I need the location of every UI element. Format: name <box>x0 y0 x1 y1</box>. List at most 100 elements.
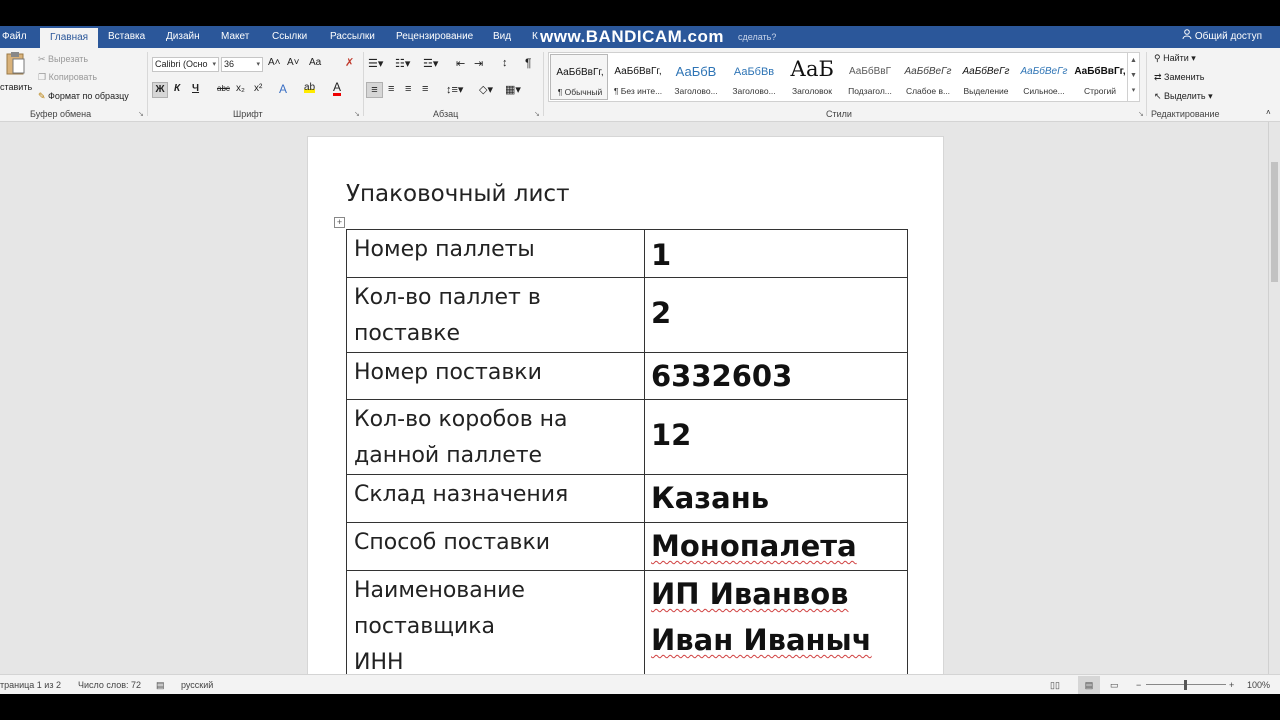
superscript-button[interactable]: x² <box>254 83 262 94</box>
shrink-font-button[interactable]: A˅ <box>287 57 300 68</box>
cell-value[interactable]: 6332603 <box>644 352 908 400</box>
italic-button[interactable]: К <box>174 83 180 94</box>
gallery-scroll[interactable]: ▲ ▼ ▾ <box>1127 53 1139 101</box>
page-count[interactable]: траница 1 из 2 <box>0 675 61 695</box>
tab-file[interactable]: Файл <box>2 26 27 48</box>
bold-button[interactable]: Ж <box>152 82 168 98</box>
zoom-level[interactable]: 100% <box>1247 675 1270 695</box>
align-right-icon[interactable]: ≡ <box>405 83 411 95</box>
increase-indent-icon[interactable]: ⇥ <box>474 57 483 70</box>
borders-icon[interactable]: ▦▾ <box>505 83 521 96</box>
style-subtle-emphasis[interactable]: АаБбВеГг Слабое в... <box>899 54 957 100</box>
vertical-scrollbar[interactable] <box>1268 122 1280 674</box>
chevron-up-icon[interactable]: ▲ <box>1128 53 1139 68</box>
subscript-button[interactable]: x₂ <box>236 83 245 94</box>
cell-value[interactable]: 12 <box>644 399 908 475</box>
cell-label[interactable]: Склад назначения <box>346 474 645 523</box>
cell-label[interactable]: Наименование поставщика ИНН <box>346 570 645 674</box>
tab-insert[interactable]: Вставка <box>108 26 145 48</box>
highlight-button[interactable]: ab <box>304 82 316 93</box>
cell-value[interactable]: 1 <box>644 229 908 278</box>
tab-partial[interactable]: К <box>532 26 538 48</box>
zoom-in-icon[interactable]: + <box>1229 675 1234 695</box>
styles-launcher-icon[interactable]: ↘ <box>1138 110 1144 118</box>
style-title[interactable]: АаБ Заголовок <box>783 54 841 100</box>
zoom-slider-thumb[interactable] <box>1184 680 1187 690</box>
tab-references[interactable]: Ссылки <box>272 26 307 48</box>
cell-value[interactable]: 2 <box>644 277 908 353</box>
copy-button[interactable]: ❐ Копировать <box>38 72 97 83</box>
table-row: Номер паллеты 1 <box>346 229 908 278</box>
style-emphasis[interactable]: АаБбВеГг Выделение <box>957 54 1015 100</box>
tab-review[interactable]: Рецензирование <box>396 26 473 48</box>
text-effects-button[interactable]: A <box>279 82 287 96</box>
select-button[interactable]: ↖ Выделить ▾ <box>1154 91 1213 102</box>
format-painter-button[interactable]: ✎ Формат по образцу <box>38 91 129 102</box>
numbering-icon[interactable]: ☷▾ <box>395 57 410 70</box>
grow-font-button[interactable]: A˄ <box>268 57 281 68</box>
shading-icon[interactable]: ◇▾ <box>479 83 493 96</box>
font-color-button[interactable]: A <box>333 81 342 96</box>
tab-layout[interactable]: Макет <box>221 26 249 48</box>
styles-gallery[interactable]: АаБбВвГг, ¶ Обычный АаБбВвГг, ¶ Без инте… <box>548 52 1140 102</box>
style-heading-1[interactable]: АаБбВ Заголово... <box>667 54 725 100</box>
style-heading-2[interactable]: АаБбВв Заголово... <box>725 54 783 100</box>
style-no-spacing[interactable]: АаБбВвГг, ¶ Без инте... <box>609 54 667 100</box>
table-move-handle-icon[interactable]: + <box>334 217 345 228</box>
word-count[interactable]: Число слов: 72 <box>78 675 141 695</box>
tell-me-box[interactable]: сделать? <box>738 26 776 48</box>
decrease-indent-icon[interactable]: ⇤ <box>456 57 465 70</box>
font-name-select[interactable]: Calibri (Осно ▾ <box>152 57 219 72</box>
proofing-icon[interactable]: ▤ <box>156 675 165 695</box>
style-subtitle[interactable]: АаБбВвГ Подзагол... <box>841 54 899 100</box>
cell-label[interactable]: Номер паллеты <box>346 229 645 278</box>
cell-value[interactable]: Монопалета <box>644 522 908 571</box>
justify-icon[interactable]: ≡ <box>422 83 428 95</box>
clipboard-icon <box>6 52 25 75</box>
paragraph-launcher-icon[interactable]: ↘ <box>534 110 540 118</box>
multilevel-list-icon[interactable]: ☲▾ <box>423 57 438 70</box>
document-page[interactable]: Упаковочный лист + Номер паллеты 1 Кол-в… <box>307 136 944 674</box>
style-intense-emphasis[interactable]: АаБбВеГг Сильное... <box>1015 54 1073 100</box>
cell-label[interactable]: Кол-во коробов на данной паллете <box>346 399 645 475</box>
web-layout-icon[interactable]: ▭ <box>1110 675 1119 695</box>
align-left-icon[interactable]: ≡ <box>366 82 383 98</box>
clipboard-launcher-icon[interactable]: ↘ <box>138 110 144 118</box>
line-spacing-icon[interactable]: ↕≡▾ <box>446 83 463 96</box>
pilcrow-button[interactable]: ¶ <box>525 56 531 70</box>
cell-value[interactable]: ИП Иванвов Иван Иваныч 4300622156 <box>644 570 908 674</box>
tab-home[interactable]: Главная <box>40 28 99 48</box>
tab-view[interactable]: Вид <box>493 26 511 48</box>
collapse-ribbon-icon[interactable]: ˄ <box>1266 108 1271 117</box>
cell-label[interactable]: Номер поставки <box>346 352 645 400</box>
brush-icon: ✎ <box>38 91 49 101</box>
read-mode-icon[interactable]: ▯▯ <box>1050 675 1060 695</box>
more-styles-icon[interactable]: ▾ <box>1128 83 1139 98</box>
change-case-button[interactable]: Aa <box>309 57 321 68</box>
cut-button[interactable]: ✂ Вырезать <box>38 54 88 65</box>
style-strong[interactable]: АаБбВвГг, Строгий <box>1071 54 1129 100</box>
font-launcher-icon[interactable]: ↘ <box>354 110 360 118</box>
chevron-down-icon[interactable]: ▼ <box>1128 68 1139 83</box>
share-button[interactable]: Общий доступ <box>1181 26 1262 48</box>
cell-value[interactable]: Казань <box>644 474 908 523</box>
zoom-out-icon[interactable]: − <box>1136 675 1141 695</box>
scroll-thumb[interactable] <box>1271 162 1278 282</box>
find-button[interactable]: ⚲ Найти ▾ <box>1154 53 1196 64</box>
language[interactable]: русский <box>181 675 213 695</box>
replace-button[interactable]: ⇄ Заменить <box>1154 72 1205 83</box>
underline-button[interactable]: Ч <box>192 83 199 94</box>
align-center-icon[interactable]: ≡ <box>388 83 394 95</box>
strikethrough-button[interactable]: abc <box>217 84 230 93</box>
sort-icon[interactable]: ↕ <box>502 57 508 69</box>
tab-design[interactable]: Дизайн <box>166 26 200 48</box>
font-size-select[interactable]: 36 ▾ <box>221 57 263 72</box>
tab-mailings[interactable]: Рассылки <box>330 26 375 48</box>
print-layout-icon[interactable]: ▤ <box>1078 676 1100 694</box>
cell-label[interactable]: Способ поставки <box>346 522 645 571</box>
clear-formatting-button[interactable]: ✗ <box>345 56 354 69</box>
paste-button[interactable] <box>0 50 30 81</box>
cell-label[interactable]: Кол-во паллет в поставке <box>346 277 645 353</box>
bullets-icon[interactable]: ☰▾ <box>368 57 383 70</box>
style-normal[interactable]: АаБбВвГг, ¶ Обычный <box>550 54 608 100</box>
